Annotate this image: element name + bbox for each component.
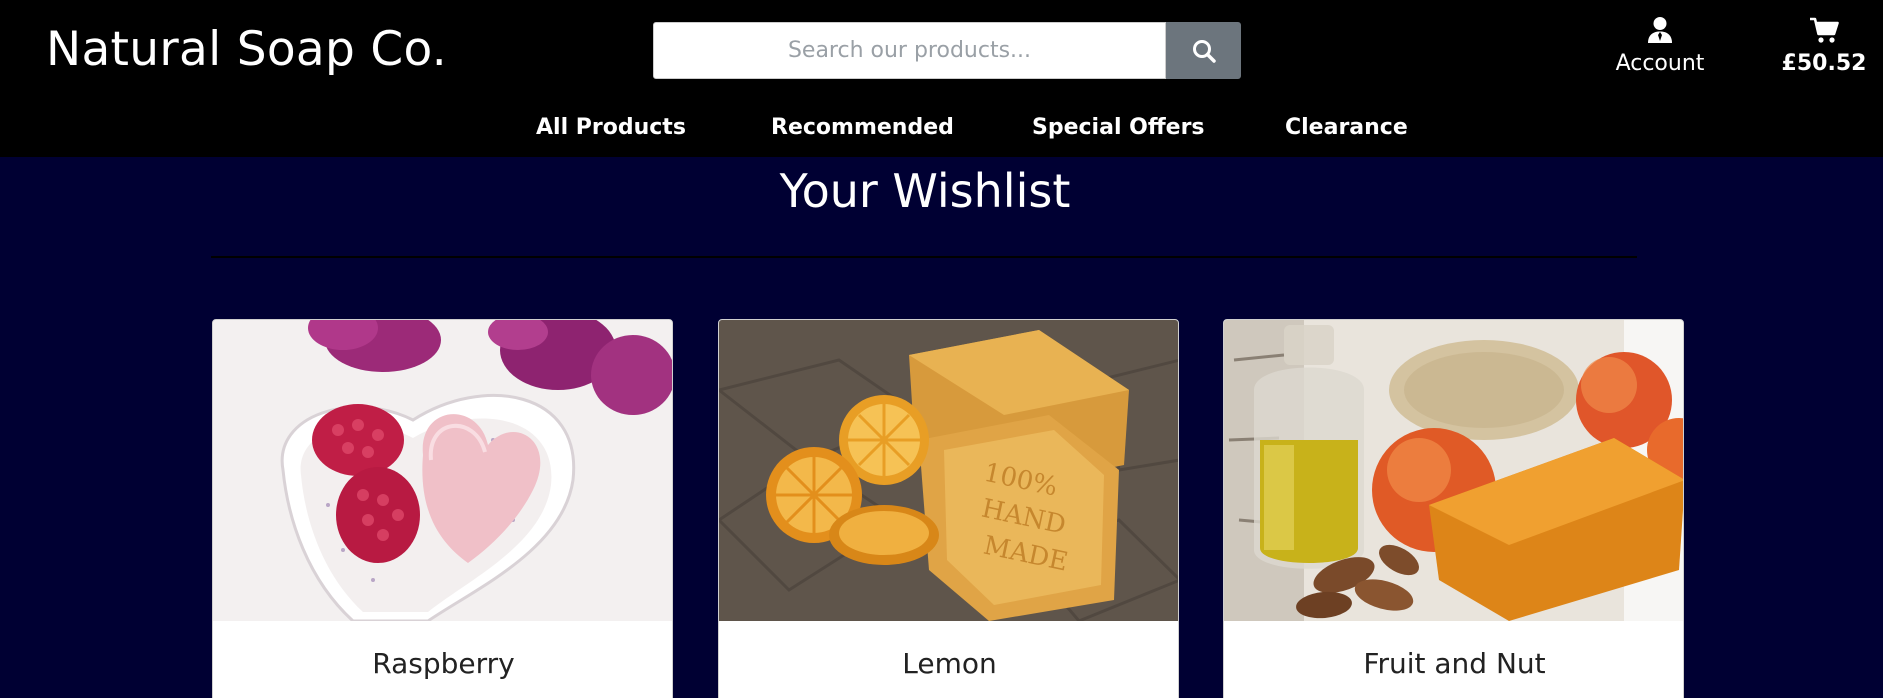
search-icon <box>1192 39 1216 63</box>
search-input[interactable] <box>653 22 1166 79</box>
title-divider <box>211 256 1637 258</box>
cart-icon <box>1810 17 1839 43</box>
search-button[interactable] <box>1166 22 1241 79</box>
nav-all-products[interactable]: All Products <box>536 110 686 146</box>
nav-recommended[interactable]: Recommended <box>771 110 954 146</box>
main-nav: All Products Recommended Special Offers … <box>0 110 1883 146</box>
page-title: Your Wishlist <box>779 164 1071 218</box>
fruit-and-nut-soap-image[interactable] <box>1224 320 1684 621</box>
search-form <box>653 22 1241 79</box>
user-icon <box>1648 17 1672 43</box>
nav-clearance[interactable]: Clearance <box>1285 110 1408 146</box>
product-card-fruit-and-nut[interactable]: Fruit and Nut <box>1223 319 1684 698</box>
site-header: Natural Soap Co. Account £50.52 All Prod… <box>0 0 1883 157</box>
cart-total: £50.52 <box>1781 51 1867 76</box>
nav-special-offers[interactable]: Special Offers <box>1032 110 1205 146</box>
product-card-raspberry[interactable]: Raspberry <box>212 319 673 698</box>
product-name[interactable]: Lemon <box>719 646 1178 682</box>
product-card-lemon[interactable]: 100% HAND MADE Lemon <box>718 319 1179 698</box>
account-label: Account <box>1615 51 1705 76</box>
raspberry-soap-image[interactable] <box>213 320 673 621</box>
product-name[interactable]: Raspberry <box>213 646 672 682</box>
cart-link[interactable]: £50.52 <box>1764 16 1883 82</box>
account-link[interactable]: Account <box>1614 16 1706 82</box>
product-name[interactable]: Fruit and Nut <box>1224 646 1683 682</box>
lemon-soap-image[interactable]: 100% HAND MADE <box>719 320 1179 621</box>
site-logo[interactable]: Natural Soap Co. <box>46 18 447 82</box>
